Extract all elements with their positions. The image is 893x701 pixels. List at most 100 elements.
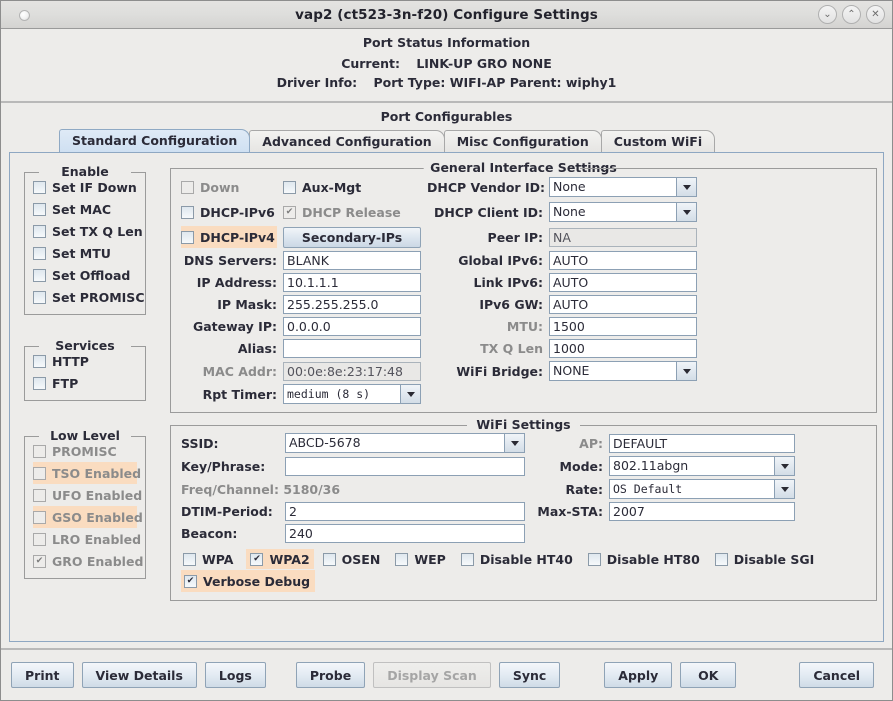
- value: OS Default: [613, 482, 683, 496]
- checkbox-ftp[interactable]: FTP: [33, 372, 137, 394]
- mode-label: Mode:: [559, 458, 603, 474]
- checkbox-disable-sgi[interactable]: Disable SGI: [713, 549, 817, 569]
- minimize-button[interactable]: ⌄: [818, 5, 837, 24]
- global-ipv6-label: Global IPv6:: [458, 253, 543, 268]
- driver-info-value: Port Type: WIFI-AP Parent: wiphy1: [373, 75, 617, 90]
- checkbox-icon: [33, 290, 46, 304]
- view-details-button[interactable]: View Details: [81, 662, 197, 688]
- tx-q-len-input[interactable]: 1000: [549, 339, 697, 358]
- label: FTP: [52, 375, 79, 391]
- dhcp-vendor-id-combo[interactable]: None: [549, 177, 697, 197]
- checkbox-tso-enabled[interactable]: TSO Enabled: [33, 462, 141, 484]
- wifi-bridge-combo[interactable]: NONE: [549, 361, 697, 381]
- chevron-down-icon[interactable]: [504, 434, 524, 452]
- checkbox-set-if-down[interactable]: Set IF Down: [33, 176, 137, 198]
- print-button[interactable]: Print: [11, 662, 74, 688]
- alias-input[interactable]: [283, 339, 421, 358]
- link-ipv6-input[interactable]: AUTO: [549, 273, 697, 292]
- checkbox-disable-ht40[interactable]: Disable HT40: [459, 549, 575, 569]
- window-menu-icon[interactable]: [19, 10, 30, 21]
- rate-combo[interactable]: OS Default: [609, 479, 795, 499]
- tab-misc-configuration[interactable]: Misc Configuration: [443, 130, 602, 152]
- checkbox-set-offload[interactable]: Set Offload: [33, 264, 137, 286]
- label: Disable HT40: [479, 551, 573, 567]
- checkbox-down[interactable]: Down: [181, 176, 277, 198]
- key-phrase-input[interactable]: [285, 456, 525, 476]
- dns-servers-input[interactable]: BLANK: [283, 251, 421, 270]
- enable-group: Enable Set IF Down Set MAC Set TX Q Len: [24, 164, 146, 315]
- checkbox-gso-enabled[interactable]: GSO Enabled: [33, 506, 143, 528]
- current-value: LINK-UP GRO NONE: [416, 56, 552, 71]
- cancel-button[interactable]: Cancel: [799, 662, 874, 688]
- chevron-down-icon[interactable]: [676, 203, 696, 221]
- checkbox-aux-mgt[interactable]: Aux-Mgt: [283, 176, 421, 198]
- tab-advanced-configuration[interactable]: Advanced Configuration: [249, 130, 445, 152]
- checkbox-set-promisc[interactable]: Set PROMISC: [33, 286, 145, 308]
- checkbox-set-tx-q-len[interactable]: Set TX Q Len: [33, 220, 143, 242]
- sync-button[interactable]: Sync: [498, 662, 561, 688]
- chevron-down-icon[interactable]: [774, 457, 794, 475]
- mtu-input[interactable]: 1500: [549, 317, 697, 336]
- value: 802.11abgn: [613, 458, 689, 473]
- checkbox-dhcp-release[interactable]: DHCP Release: [283, 201, 421, 223]
- chevron-down-icon[interactable]: [676, 362, 696, 380]
- checkbox-osen[interactable]: OSEN: [321, 549, 383, 569]
- alias-label: Alias:: [237, 341, 277, 356]
- checkbox-promisc[interactable]: PROMISC: [33, 440, 137, 462]
- checkbox-icon: [283, 180, 296, 194]
- gateway-ip-input[interactable]: 0.0.0.0: [283, 317, 421, 336]
- checkbox-wpa[interactable]: WPA: [181, 549, 235, 569]
- ip-address-input[interactable]: 10.1.1.1: [283, 273, 421, 292]
- chevron-down-icon[interactable]: [400, 385, 420, 403]
- ssid-combo[interactable]: ABCD-5678: [285, 433, 525, 453]
- general-settings-title: General Interface Settings: [423, 160, 624, 175]
- apply-button[interactable]: Apply: [604, 662, 673, 688]
- display-scan-button: Display Scan: [373, 662, 491, 688]
- checkbox-lro-enabled[interactable]: LRO Enabled: [33, 528, 141, 550]
- label: Down: [200, 179, 240, 195]
- tab-standard-configuration[interactable]: Standard Configuration: [59, 129, 251, 152]
- value: NONE: [553, 363, 590, 378]
- dhcp-client-id-combo[interactable]: None: [549, 202, 697, 222]
- checkbox-dhcp-ipv4[interactable]: DHCP-IPv4: [181, 226, 277, 248]
- checkbox-gro-enabled[interactable]: GRO Enabled: [33, 550, 143, 572]
- maximize-button[interactable]: ⌃: [842, 5, 861, 24]
- rpt-timer-label: Rpt Timer:: [202, 386, 277, 402]
- ap-input[interactable]: DEFAULT: [609, 433, 795, 453]
- close-button[interactable]: ✕: [866, 5, 885, 24]
- checkbox-set-mtu[interactable]: Set MTU: [33, 242, 137, 264]
- max-sta-input[interactable]: 2007: [609, 502, 795, 521]
- checkbox-icon: [181, 180, 194, 194]
- ip-mask-input[interactable]: 255.255.255.0: [283, 295, 421, 314]
- checkbox-dhcp-ipv6[interactable]: DHCP-IPv6: [181, 201, 277, 223]
- checkbox-set-mac[interactable]: Set MAC: [33, 198, 137, 220]
- checkbox-wep[interactable]: WEP: [393, 549, 448, 569]
- chevron-down-icon[interactable]: [676, 178, 696, 196]
- checkbox-icon: [33, 268, 46, 282]
- tab-custom-wifi[interactable]: Custom WiFi: [600, 130, 716, 152]
- secondary-ips-button[interactable]: Secondary-IPs: [283, 226, 421, 248]
- probe-button[interactable]: Probe: [295, 662, 366, 688]
- checkbox-icon: [181, 230, 194, 244]
- mode-combo[interactable]: 802.11abgn: [609, 456, 795, 476]
- tab-bar: Standard Configuration Advanced Configur…: [9, 128, 884, 152]
- checkbox-verbose-debug[interactable]: Verbose Debug: [181, 570, 316, 592]
- ipv6-gw-input[interactable]: AUTO: [549, 295, 697, 314]
- checkbox-wpa2[interactable]: WPA2: [246, 549, 314, 569]
- chevron-down-icon[interactable]: [774, 480, 794, 498]
- label: Set IF Down: [52, 179, 137, 195]
- beacon-input[interactable]: 240: [285, 524, 525, 543]
- checkbox-icon: [33, 246, 46, 260]
- ok-button[interactable]: OK: [680, 662, 737, 688]
- checkbox-ufo-enabled[interactable]: UFO Enabled: [33, 484, 142, 506]
- logs-button[interactable]: Logs: [204, 662, 266, 688]
- link-ipv6-label: Link IPv6:: [473, 275, 543, 290]
- checkbox-icon: [33, 488, 46, 502]
- rpt-timer-combo[interactable]: medium (8 s): [283, 384, 421, 404]
- dtim-period-input[interactable]: 2: [285, 502, 525, 521]
- gateway-ip-label: Gateway IP:: [192, 319, 277, 334]
- checkbox-http[interactable]: HTTP: [33, 350, 137, 372]
- checkbox-disable-ht80[interactable]: Disable HT80: [586, 549, 702, 569]
- label: Set TX Q Len: [52, 223, 143, 239]
- global-ipv6-input[interactable]: AUTO: [549, 251, 697, 270]
